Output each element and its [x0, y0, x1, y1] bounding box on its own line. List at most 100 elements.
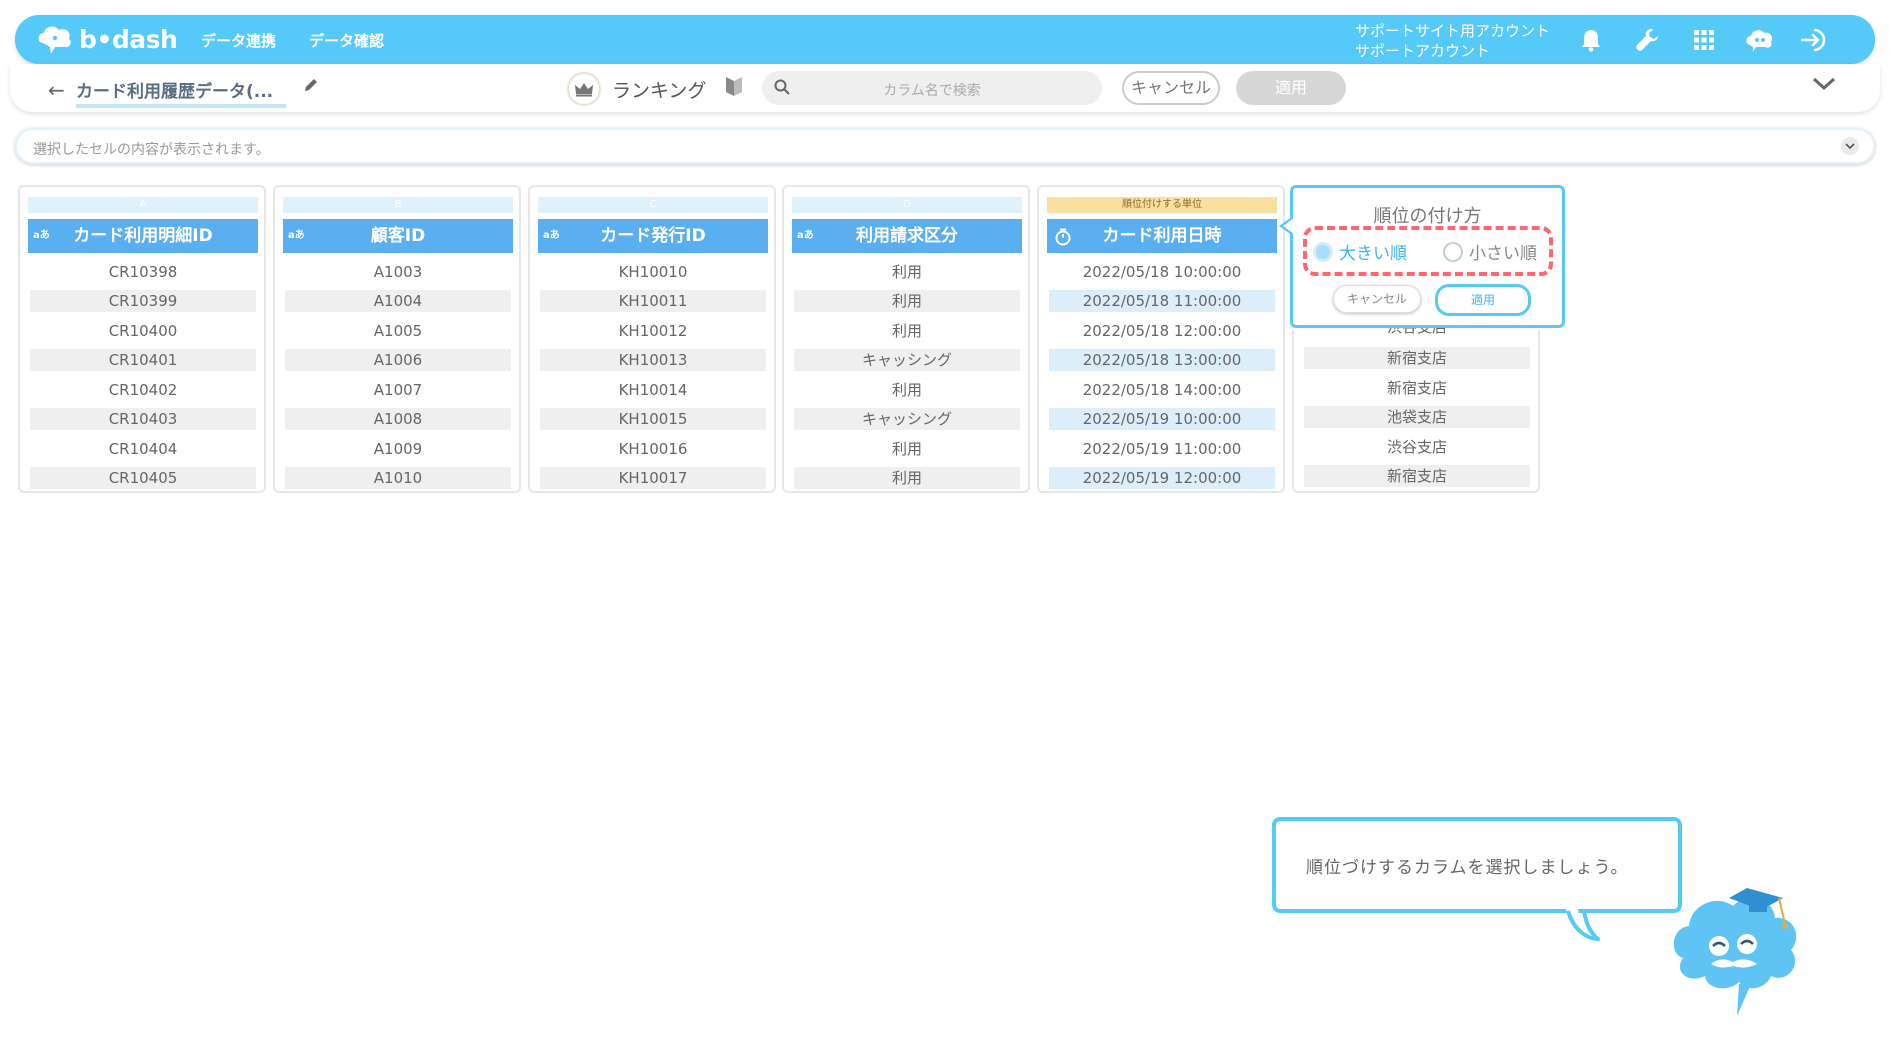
highlight-dashed-frame: 大きい順 小さい順	[1303, 226, 1553, 276]
bdash-logo[interactable]: b•dash	[35, 21, 178, 57]
table-cell[interactable]: KH10017	[540, 467, 766, 489]
account-name-primary: サポートサイト用アカウント	[1355, 22, 1551, 40]
column-g[interactable]: 渋谷支店 新宿支店 新宿支店 池袋支店 渋谷支店 新宿支店	[1292, 322, 1540, 493]
text-type-icon: aあ	[33, 230, 50, 241]
table-cell[interactable]: 池袋支店	[1304, 406, 1530, 428]
table-cell[interactable]: 2022/05/18 13:00:00	[1049, 349, 1275, 371]
account-name-secondary: サポートアカウント	[1355, 42, 1491, 60]
table-cell[interactable]: KH10012	[540, 320, 766, 342]
logout-icon[interactable]	[1799, 24, 1831, 56]
column-header[interactable]: aあ 顧客ID	[283, 219, 513, 253]
column-header[interactable]: カード利用日時	[1047, 219, 1277, 253]
speech-tail	[1566, 909, 1600, 941]
column-a[interactable]: A aあ カード利用明細ID CR10398 CR10399 CR10400 CR…	[18, 185, 266, 493]
table-cell[interactable]: 利用	[794, 379, 1020, 401]
table-cell[interactable]: 利用	[794, 438, 1020, 460]
table-cell[interactable]: 2022/05/19 11:00:00	[1049, 438, 1275, 460]
table-cell[interactable]: CR10403	[30, 408, 256, 430]
wrench-icon[interactable]	[1631, 24, 1663, 56]
table-cell[interactable]: CR10401	[30, 349, 256, 371]
top-navigation-bar: b•dash データ連携 データ確認 サポートサイト用アカウント サポートアカウ…	[15, 15, 1875, 64]
table-cell[interactable]: 新宿支店	[1304, 465, 1530, 487]
table-cell[interactable]: 2022/05/18 11:00:00	[1049, 290, 1275, 312]
table-cell[interactable]: KH10016	[540, 438, 766, 460]
apps-grid-icon[interactable]	[1688, 24, 1720, 56]
ranking-title: ランキング	[612, 80, 707, 102]
table-cell[interactable]: キャッシング	[794, 408, 1020, 430]
account-info[interactable]: サポートサイト用アカウント サポートアカウント	[1355, 21, 1550, 61]
table-cell[interactable]: KH10011	[540, 290, 766, 312]
popup-cancel-button[interactable]: キャンセル	[1333, 285, 1421, 313]
text-type-icon: aあ	[288, 230, 305, 241]
radio-ascending[interactable]: 小さい順	[1443, 239, 1537, 264]
table-cell[interactable]: 新宿支店	[1304, 377, 1530, 399]
radio-selected-icon	[1313, 241, 1333, 262]
table-cell[interactable]: CR10400	[30, 320, 256, 342]
cell-content-placeholder: 選択したセルの内容が表示されます。	[33, 142, 270, 158]
table-cell[interactable]: KH10010	[540, 261, 766, 283]
table-cell[interactable]: 2022/05/18 10:00:00	[1049, 261, 1275, 283]
table-cell[interactable]: A1007	[285, 379, 511, 401]
table-cell[interactable]: A1009	[285, 438, 511, 460]
edit-pencil-icon[interactable]	[303, 77, 319, 97]
table-cell[interactable]: CR10402	[30, 379, 256, 401]
column-header[interactable]: aあ カード利用明細ID	[28, 219, 258, 253]
column-title: カード利用明細ID	[73, 226, 213, 246]
column-title: 顧客ID	[370, 226, 426, 246]
cancel-button[interactable]: キャンセル	[1122, 71, 1220, 105]
text-type-icon: aあ	[543, 230, 560, 241]
table-cell[interactable]: KH10013	[540, 349, 766, 371]
table-cell[interactable]: 利用	[794, 290, 1020, 312]
crown-icon	[567, 72, 601, 106]
table-cell[interactable]: 利用	[794, 320, 1020, 342]
dataset-name[interactable]: カード利用履歴データ(...	[76, 77, 286, 108]
radio-unselected-icon	[1443, 241, 1463, 262]
column-letter: C	[538, 197, 768, 213]
table-cell[interactable]: CR10399	[30, 290, 256, 312]
table-cell[interactable]: キャッシング	[794, 349, 1020, 371]
apply-button[interactable]: 適用	[1236, 71, 1346, 105]
radio-descending[interactable]: 大きい順	[1313, 239, 1407, 264]
table-cell[interactable]: CR10405	[30, 467, 256, 489]
back-arrow-icon[interactable]: ←	[48, 78, 65, 102]
table-cell[interactable]: 2022/05/18 12:00:00	[1049, 320, 1275, 342]
column-header[interactable]: aあ 利用請求区分	[792, 219, 1022, 253]
table-cell[interactable]: KH10014	[540, 379, 766, 401]
support-bot-icon[interactable]	[1743, 24, 1775, 56]
bell-icon[interactable]	[1575, 24, 1607, 56]
column-e-ranking-unit[interactable]: 順位付けする単位 カード利用日時 2022/05/18 10:00:00 202…	[1037, 185, 1285, 493]
cell-content-bar[interactable]: 選択したセルの内容が表示されます。	[15, 128, 1875, 164]
ranking-toolbar: ← カード利用履歴データ(... ランキング カラム名で検索 キャンセル 適用	[10, 64, 1880, 112]
popup-title: 順位の付け方	[1373, 206, 1482, 227]
nav-data-link[interactable]: データ連携	[201, 30, 276, 51]
column-c[interactable]: C aあ カード発行ID KH10010 KH10011 KH10012 KH10…	[528, 185, 776, 493]
column-b[interactable]: B aあ 顧客ID A1003 A1004 A1005 A1006 A1007 A…	[273, 185, 521, 493]
table-cell[interactable]: A1004	[285, 290, 511, 312]
table-cell[interactable]: 新宿支店	[1304, 347, 1530, 369]
table-cell[interactable]: KH10015	[540, 408, 766, 430]
column-title: 利用請求区分	[856, 226, 958, 246]
table-cell[interactable]: A1006	[285, 349, 511, 371]
table-cell[interactable]: A1010	[285, 467, 511, 489]
table-cell[interactable]: 渋谷支店	[1304, 436, 1530, 458]
nav-data-check[interactable]: データ確認	[309, 30, 384, 51]
popup-apply-button[interactable]: 適用	[1435, 284, 1531, 316]
table-cell[interactable]: 2022/05/19 12:00:00	[1049, 467, 1275, 489]
table-cell[interactable]: A1005	[285, 320, 511, 342]
beginner-mark-icon[interactable]	[725, 75, 743, 101]
table-cell[interactable]: 2022/05/19 10:00:00	[1049, 408, 1275, 430]
table-cell[interactable]: A1003	[285, 261, 511, 283]
column-search-input[interactable]: カラム名で検索	[762, 71, 1102, 105]
ranking-order-popup: 順位の付け方 大きい順 小さい順 キャンセル 適用	[1279, 185, 1565, 328]
table-cell[interactable]: 利用	[794, 261, 1020, 283]
table-cell[interactable]: A1008	[285, 408, 511, 430]
table-cell[interactable]: 2022/05/18 14:00:00	[1049, 379, 1275, 401]
table-cell[interactable]: CR10398	[30, 261, 256, 283]
table-cell[interactable]: CR10404	[30, 438, 256, 460]
column-header[interactable]: aあ カード発行ID	[538, 219, 768, 253]
table-cell[interactable]: 利用	[794, 467, 1020, 489]
radio-descending-label: 大きい順	[1339, 244, 1407, 264]
column-d[interactable]: D aあ 利用請求区分 利用 利用 利用 キャッシング 利用 キャッシング 利用 …	[782, 185, 1030, 493]
chevron-down-icon[interactable]	[1812, 76, 1836, 96]
expand-chevron-icon[interactable]	[1841, 137, 1859, 155]
